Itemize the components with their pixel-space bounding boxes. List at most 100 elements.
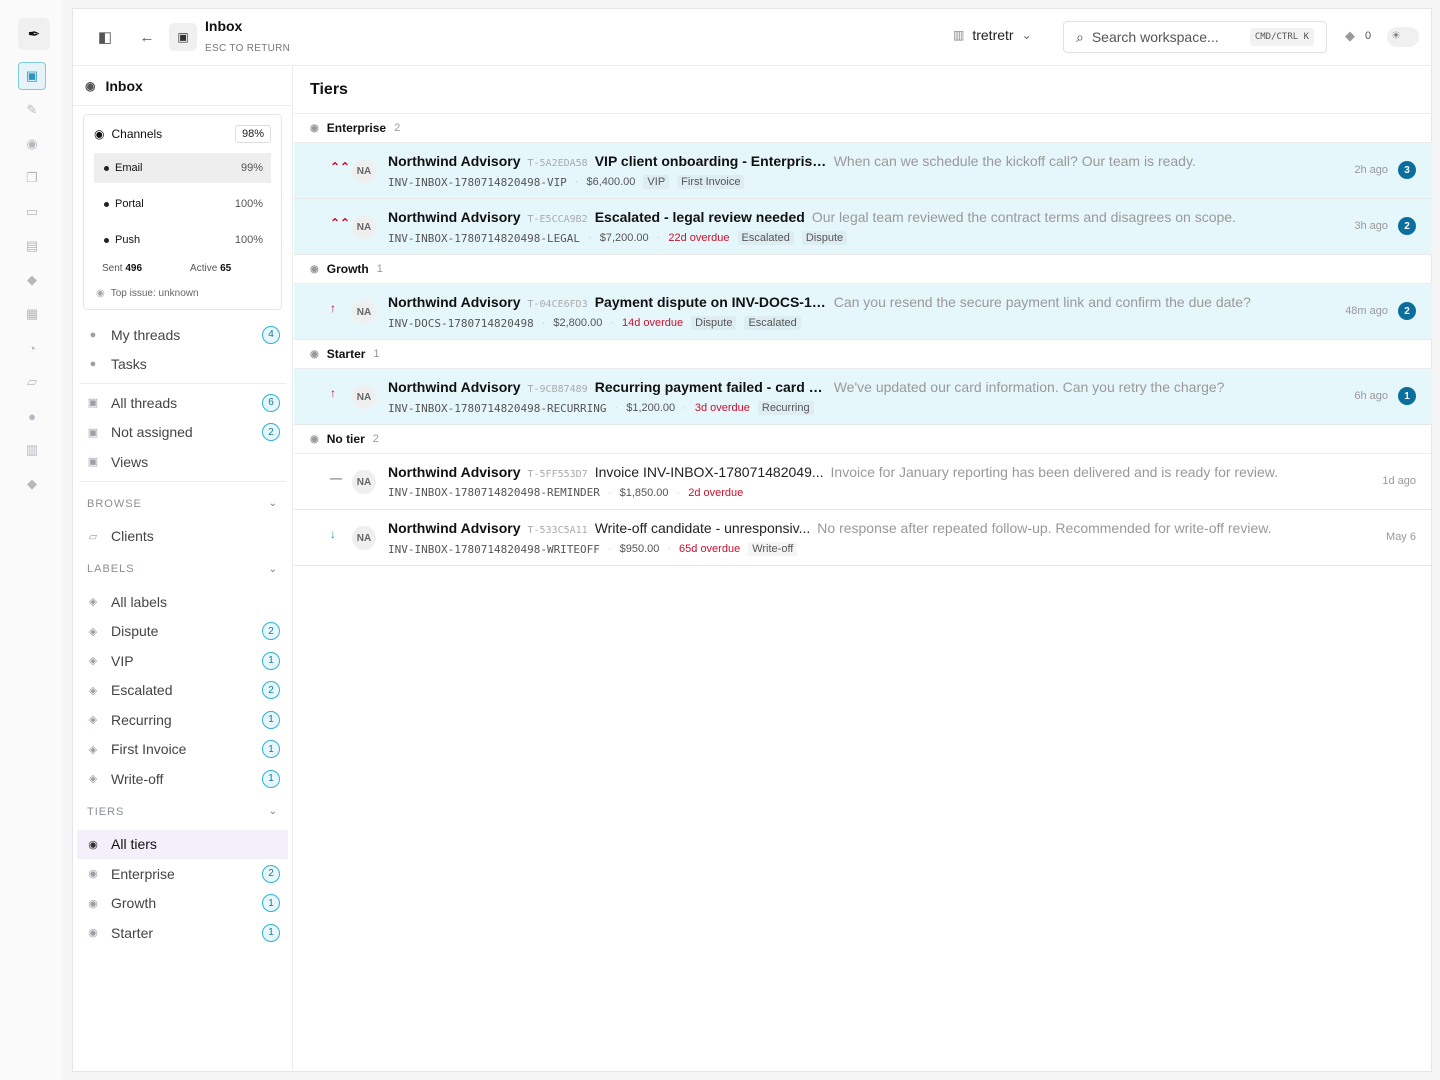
labels-title: LABELS — [87, 563, 135, 575]
tag-icon: ◈ — [88, 655, 98, 668]
inbox-icon[interactable]: ▣ — [18, 62, 46, 90]
tier-group-name: Growth — [326, 262, 369, 276]
separator: · — [676, 486, 681, 499]
globe-icon: ◉ — [310, 433, 319, 445]
channel-name: Email — [104, 162, 143, 174]
label-tag[interactable]: Recurring — [757, 401, 814, 415]
sidebar-item-write-off[interactable]: ◈ Write-off 1 — [73, 764, 292, 794]
thread-id: T-5A2EDA58 — [527, 158, 588, 169]
notifications-button[interactable]: ◆ 0 — [1345, 28, 1371, 44]
sidebar-item-not-assigned[interactable]: ▣ Not assigned 2 — [73, 418, 292, 448]
sidebar-item-views[interactable]: ▣ Views — [73, 447, 292, 477]
channel-name: Push — [104, 234, 140, 246]
sidebar-item-all-labels[interactable]: ◈ All labels — [73, 587, 292, 617]
label-tag[interactable]: Escalated — [744, 316, 801, 330]
sidebar-item-all-threads[interactable]: ▣ All threads 6 — [73, 388, 292, 418]
sidebar-item-dispute[interactable]: ◈ Dispute 2 — [73, 617, 292, 647]
priority-icon: ⌃⌃ — [330, 160, 351, 174]
users-icon[interactable]: ● — [18, 402, 46, 430]
wand-icon[interactable]: ✎ — [18, 96, 46, 124]
sidebar-toggle-icon[interactable]: ◧ — [93, 25, 117, 49]
thread-time: 1d ago — [1382, 475, 1416, 487]
tiers-section-header[interactable]: TIERS ⌄ — [73, 794, 292, 830]
globe-icon[interactable]: ◉ — [18, 130, 46, 158]
card-icon[interactable]: ▭ — [18, 198, 46, 226]
tier-group-header[interactable]: ◉ Growth 1 — [294, 255, 1432, 284]
tier-group-header[interactable]: ◉ No tier 2 — [294, 425, 1432, 454]
thread-row[interactable]: ↑ NA Northwind Advisory T-04CE6FD3 Payment d… — [294, 284, 1432, 340]
thread-row[interactable]: ↓ NA Northwind Advisory T-533C5A11 Write-off… — [294, 510, 1432, 566]
label-tag[interactable]: Dispute — [801, 231, 848, 245]
sidebar-item-label: Tasks — [111, 356, 147, 373]
priority-icon: — — [330, 471, 342, 485]
label-tag[interactable]: Escalated — [737, 231, 794, 245]
thread-row[interactable]: ⌃⌃ NA Northwind Advisory T-E5CCA9B2 Escalate… — [294, 199, 1432, 255]
label-tag[interactable]: Dispute — [691, 316, 737, 330]
doc-settings-icon[interactable]: ▦ — [18, 300, 46, 328]
sidebar-item-my-threads[interactable]: ● My threads 4 — [73, 320, 292, 350]
label-tag[interactable]: First Invoice — [677, 175, 745, 189]
clock-icon[interactable]: ◔ — [18, 334, 46, 362]
sidebar-item-escalated[interactable]: ◈ Escalated 2 — [73, 676, 292, 706]
thread-row[interactable]: — NA Northwind Advisory T-5FF553D7 Invoice I… — [294, 454, 1432, 510]
sidebar-item-label: Clients — [111, 528, 154, 545]
priority-icon: ⌃⌃ — [330, 216, 351, 230]
thread-preview: Invoice for January reporting has been d… — [830, 464, 1279, 480]
search-input[interactable]: Search workspace... — [1092, 29, 1242, 45]
copy-icon[interactable]: ❐ — [18, 164, 46, 192]
check-circle-icon: ● — [89, 358, 97, 371]
browse-section-header[interactable]: BROWSE ⌄ — [73, 486, 292, 522]
client-name: Northwind Advisory — [388, 520, 521, 536]
bell-icon[interactable]: ◆ — [18, 266, 46, 294]
thread-line-2: INV-INBOX-1780714820498-WRITEOFF · $950.00… — [388, 542, 798, 556]
separator: · — [667, 543, 672, 555]
doc-edit-icon[interactable]: ▤ — [18, 232, 46, 260]
sidebar-item-clients[interactable]: ▱ Clients — [73, 522, 292, 552]
workspace-switcher[interactable]: ▥ tretretr ⌄ — [953, 27, 1032, 43]
separator: · — [607, 543, 612, 555]
sidebar-item-vip[interactable]: ◈ VIP 1 — [73, 646, 292, 676]
priority-icon: ↓ — [330, 527, 336, 541]
sidebar-header: ◉ Inbox — [73, 66, 292, 106]
invoice-number: INV-INBOX-1780714820498-LEGAL — [388, 231, 581, 245]
back-arrow-icon[interactable]: ← — [135, 25, 159, 49]
tier-group-header[interactable]: ◉ Starter 1 — [294, 340, 1432, 369]
channel-value: 99% — [240, 162, 263, 174]
bell-alt-icon[interactable]: ◆ — [18, 470, 46, 498]
thread-time: 3h ago — [1354, 220, 1388, 232]
tier-group-header[interactable]: ◉ Enterprise 2 — [294, 114, 1432, 143]
overdue-label: 2d overdue — [688, 486, 744, 499]
tag-icon: ◈ — [88, 684, 98, 697]
thread-line-2: INV-INBOX-1780714820498-RECURRING · $1,200… — [388, 401, 814, 415]
sidebar-item-starter[interactable]: ◉ Starter 1 — [73, 918, 292, 948]
search-bar[interactable]: ⌕ Search workspace... CMD/CTRL K — [1063, 21, 1327, 53]
count-badge: 4 — [262, 325, 280, 344]
archive-icon[interactable]: ▥ — [18, 436, 46, 464]
sidebar-item-first-invoice[interactable]: ◈ First Invoice 1 — [73, 735, 292, 765]
thread-row[interactable]: ↑ NA Northwind Advisory T-9CB87489 Recurring… — [294, 369, 1432, 425]
thread-row[interactable]: ⌃⌃ NA Northwind Advisory T-5A2EDA58 VIP clie… — [294, 143, 1432, 199]
sidebar-item-all-tiers[interactable]: ◉ All tiers — [77, 829, 288, 859]
theme-toggle[interactable] — [1387, 27, 1419, 47]
sidebar-item-recurring[interactable]: ◈ Recurring 1 — [73, 705, 292, 735]
thread-subject: Escalated - legal review needed — [594, 209, 805, 225]
building-icon: ▥ — [953, 28, 965, 42]
label-tag[interactable]: VIP — [643, 175, 670, 189]
sidebar-item-enterprise[interactable]: ◉ Enterprise 2 — [73, 859, 292, 889]
channel-row-portal[interactable]: Portal 100% — [94, 189, 271, 219]
sidebar-item-growth[interactable]: ◉ Growth 1 — [73, 889, 292, 919]
sidebar-item-tasks[interactable]: ● Tasks — [73, 350, 292, 380]
channel-row-push[interactable]: Push 100% — [94, 225, 271, 255]
message-count-badge: 2 — [1398, 217, 1416, 235]
escape-hint: ESC TO RETURN — [205, 43, 291, 54]
chevron-down-icon: ⌄ — [268, 563, 278, 575]
channel-row-email[interactable]: Email 99% — [94, 153, 271, 183]
count-badge: 2 — [262, 423, 280, 442]
labels-section-header[interactable]: LABELS ⌄ — [73, 551, 292, 587]
feather-icon[interactable]: ✒ — [18, 18, 50, 50]
globe-icon: ◉ — [88, 897, 98, 910]
folder-icon[interactable]: ▱ — [18, 368, 46, 396]
label-tag[interactable]: Write-off — [748, 542, 798, 556]
count-badge: 1 — [262, 740, 280, 759]
thread-preview: When can we schedule the kickoff call? O… — [833, 153, 1196, 169]
